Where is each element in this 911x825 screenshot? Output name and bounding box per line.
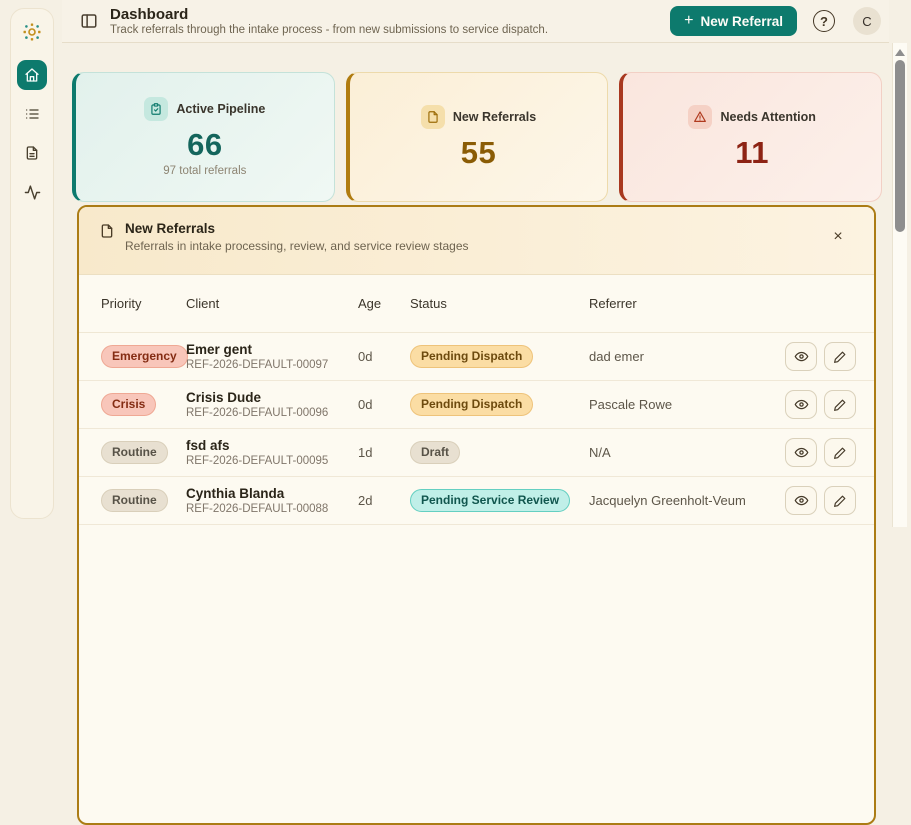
question-mark-icon: ? (820, 13, 828, 29)
stat-value: 55 (460, 134, 497, 170)
page-title: Dashboard (110, 5, 189, 23)
panel-header: New Referrals Referrals in intake proces… (79, 207, 874, 275)
view-button[interactable] (785, 486, 817, 515)
edit-button[interactable] (824, 390, 856, 419)
sidebar-toggle-button[interactable] (78, 10, 100, 32)
table-header: Priority Client Age Status Referrer (79, 275, 874, 333)
stat-card-new-referrals[interactable]: New Referrals 55 (345, 72, 609, 202)
stat-label: Active Pipeline (176, 102, 266, 116)
table-row[interactable]: Emergency Emer gent REF-2026-DEFAULT-000… (79, 333, 874, 381)
list-icon (24, 106, 40, 122)
client-ref: REF-2026-DEFAULT-00096 (186, 406, 329, 419)
priority-badge: Emergency (101, 345, 188, 368)
age-cell: 1d (358, 445, 373, 460)
sidebar-item-referrals[interactable] (17, 99, 47, 129)
stat-sub: 97 total referrals (163, 165, 247, 177)
age-cell: 0d (358, 349, 373, 364)
priority-badge: Routine (101, 489, 168, 512)
stat-card-needs-attention[interactable]: Needs Attention 11 (619, 72, 883, 202)
edit-button[interactable] (824, 438, 856, 467)
view-button[interactable] (785, 438, 817, 467)
stat-label: New Referrals (452, 109, 537, 124)
panel-subtitle: Referrals in intake processing, review, … (125, 239, 469, 253)
column-header-age: Age (358, 296, 382, 311)
status-badge: Draft (410, 441, 461, 464)
stat-cards: Active Pipeline 66 97 total referrals Ne… (72, 72, 883, 202)
sidebar-item-home[interactable] (17, 60, 47, 90)
vertical-scrollbar[interactable] (892, 43, 907, 527)
referrer-cell: dad emer (589, 349, 644, 364)
status-badge: Pending Dispatch (410, 393, 534, 416)
sidebar-item-documents[interactable] (17, 138, 47, 168)
pencil-icon (833, 398, 847, 412)
column-header-client: Client (186, 296, 220, 311)
column-header-status: Status (410, 296, 447, 311)
priority-badge: Crisis (101, 393, 157, 416)
close-icon[interactable]: × (828, 227, 848, 247)
client-name: Cynthia Blanda (186, 485, 285, 501)
scrollbar-thumb[interactable] (895, 60, 905, 232)
eye-icon (794, 397, 809, 412)
table-row[interactable]: Crisis Crisis Dude REF-2026-DEFAULT-0009… (79, 381, 874, 429)
panel-title: New Referrals (125, 221, 216, 236)
pencil-icon (833, 446, 847, 460)
client-name: fsd afs (186, 437, 230, 453)
pencil-icon (833, 350, 847, 364)
referrer-cell: N/A (589, 445, 611, 460)
column-header-referrer: Referrer (589, 296, 637, 311)
plus-icon: + (684, 12, 694, 29)
view-button[interactable] (785, 390, 817, 419)
new-referrals-panel: New Referrals Referrals in intake proces… (77, 205, 876, 825)
view-button[interactable] (785, 342, 817, 371)
new-referral-label: New Referral (700, 13, 783, 29)
stat-value: 11 (735, 134, 770, 170)
eye-icon (794, 493, 809, 508)
top-bar: Dashboard Track referrals through the in… (62, 0, 889, 43)
help-button[interactable]: ? (813, 10, 835, 32)
avatar[interactable]: C (853, 7, 881, 35)
app-logo-icon (22, 22, 42, 42)
edit-button[interactable] (824, 486, 856, 515)
document-icon (24, 145, 40, 161)
client-ref: REF-2026-DEFAULT-00088 (186, 502, 329, 515)
stat-label: Needs Attention (720, 109, 816, 124)
eye-icon (794, 349, 809, 364)
age-cell: 0d (358, 397, 373, 412)
file-icon (99, 223, 115, 239)
status-badge: Pending Dispatch (410, 345, 534, 368)
client-name: Crisis Dude (186, 389, 262, 405)
clipboard-check-icon (144, 97, 169, 121)
stat-card-active-pipeline[interactable]: Active Pipeline 66 97 total referrals (72, 72, 335, 202)
priority-badge: Routine (101, 441, 168, 464)
stat-value: 66 (187, 127, 223, 162)
edit-button[interactable] (824, 342, 856, 371)
main-content: Active Pipeline 66 97 total referrals Ne… (72, 50, 883, 825)
client-ref: REF-2026-DEFAULT-00097 (186, 358, 329, 371)
panel-toggle-icon (80, 12, 98, 30)
table-row[interactable]: Routine fsd afs REF-2026-DEFAULT-00095 1… (79, 429, 874, 477)
age-cell: 2d (358, 493, 373, 508)
alert-triangle-icon (688, 104, 713, 129)
referrer-cell: Jacquelyn Greenholt-Veum (589, 493, 746, 508)
sidebar (10, 8, 54, 519)
column-header-priority: Priority (101, 296, 142, 311)
avatar-initial: C (862, 13, 872, 29)
status-badge: Pending Service Review (410, 489, 571, 512)
client-name: Emer gent (186, 341, 253, 357)
eye-icon (794, 445, 809, 460)
table-row[interactable]: Routine Cynthia Blanda REF-2026-DEFAULT-… (79, 477, 874, 525)
referrer-cell: Pascale Rowe (589, 397, 673, 412)
scroll-up-icon[interactable] (895, 49, 905, 56)
sidebar-item-activity[interactable] (17, 177, 47, 207)
file-icon (420, 104, 445, 129)
client-ref: REF-2026-DEFAULT-00095 (186, 454, 329, 467)
new-referral-button[interactable]: + New Referral (670, 6, 797, 36)
home-icon (24, 67, 40, 83)
activity-icon (24, 184, 41, 201)
pencil-icon (833, 494, 847, 508)
page-subtitle: Track referrals through the intake proce… (110, 23, 549, 36)
